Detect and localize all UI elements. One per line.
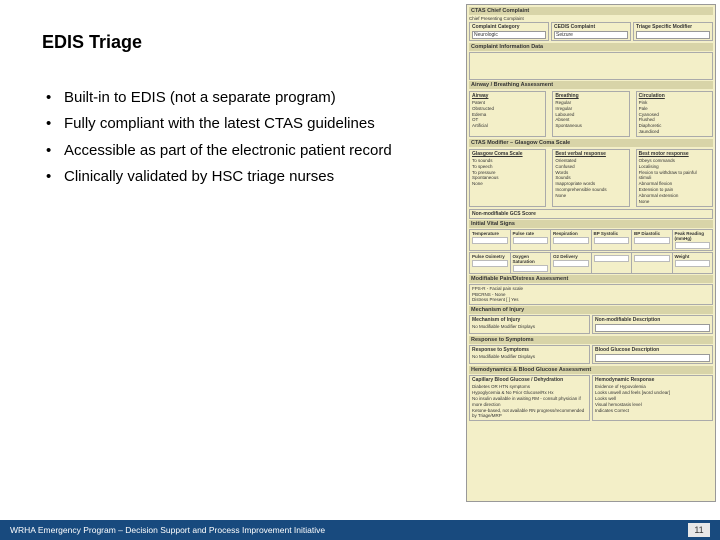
vitals-row1: Temperature Pulse rate Respiration BP Sy… <box>469 229 713 251</box>
bullet-item: Fully compliant with the latest CTAS gui… <box>42 114 442 134</box>
mech-right: Non-modifiable Description <box>592 315 713 334</box>
gcs-motor-col: Best motor response Obeys commands Local… <box>636 149 713 207</box>
footer-text: WRHA Emergency Program – Decision Suppor… <box>10 525 325 535</box>
page-number: 11 <box>688 523 710 537</box>
bullet-item: Clinically validated by HSC triage nurse… <box>42 167 442 187</box>
mech-left: Mechanism of Injury No Modifiable Modifi… <box>469 315 590 334</box>
airway-col: Airway Patent Obstructed Edema OT Artifi… <box>469 91 546 137</box>
gcs-scale-col: Glasgow Coma Scale To sounds To speech T… <box>469 149 546 207</box>
hemo-left: Capillary Blood Glucose / Dehydration Di… <box>469 375 590 421</box>
airway-title: Airway / Breathing Assessment <box>469 81 713 89</box>
footer-bar: WRHA Emergency Program – Decision Suppor… <box>0 520 720 540</box>
bullet-list: Built-in to EDIS (not a separate program… <box>42 88 442 193</box>
bullet-item: Accessible as part of the electronic pat… <box>42 141 442 161</box>
hemo-right: Hemodynamic Response Evidence of Hypovol… <box>592 375 713 421</box>
vitals-title: Initial Vital Signs <box>469 220 713 228</box>
circulation-col: Circulation Pink Pale Cyanosed Flushed D… <box>636 91 713 137</box>
non-mod-gcs: Non-modifiable GCS Score <box>469 209 713 219</box>
shot-top-title: CTAS Chief Complaint <box>469 7 713 15</box>
mech-title: Mechanism of Injury <box>469 306 713 314</box>
bullet-item: Built-in to EDIS (not a separate program… <box>42 88 442 108</box>
resp-left: Response to Symptoms No Modifiable Modif… <box>469 345 590 364</box>
resp-title: Response to Symptoms <box>469 336 713 344</box>
vitals-row2: Pulse Oximetry Oxygen Saturation O2 Deli… <box>469 252 713 274</box>
gcs-verbal-col: Best verbal response Orientated Confused… <box>552 149 629 207</box>
pain-title: Modifiable Pain/Distress Assessment <box>469 275 713 283</box>
shot-section2: Complaint Information Data <box>469 43 713 51</box>
resp-right: Blood Glucose Description <box>592 345 713 364</box>
breathing-col: Breathing Regular Irregular Laboured Abs… <box>552 91 629 137</box>
triage-modifier-box[interactable]: Triage Specific Modifier <box>633 22 713 41</box>
edis-triage-screenshot: CTAS Chief Complaint Chief Presenting Co… <box>466 4 716 502</box>
gcs-title: CTAS Modifier – Glasgow Coma Scale <box>469 139 713 147</box>
hemo-title: Hemodynamics & Blood Glucose Assessment <box>469 366 713 374</box>
complaint-category-box[interactable]: Complaint Category Neurologic <box>469 22 549 41</box>
slide-title: EDIS Triage <box>42 32 142 53</box>
cedis-complaint-box[interactable]: CEDIS Complaint Seizure <box>551 22 631 41</box>
pain-box: FPS-R - Facial pain scale PBCRNS - None … <box>469 284 713 306</box>
